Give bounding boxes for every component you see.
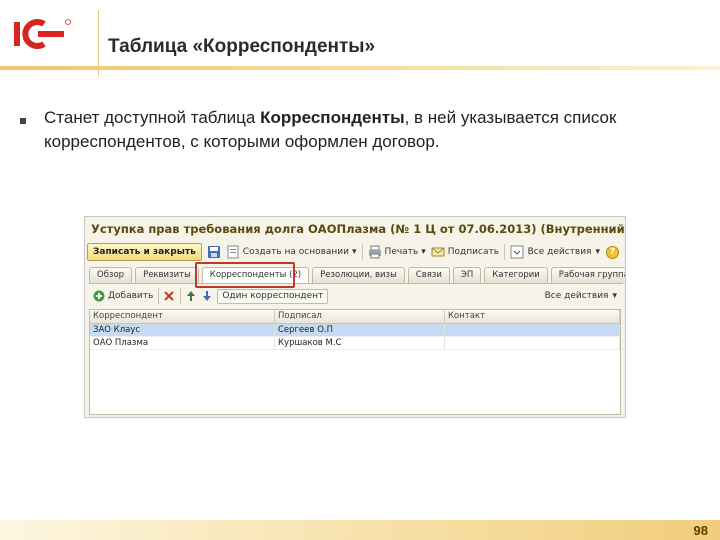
sign-button[interactable]: Подписать [448, 247, 499, 257]
column-header-contact[interactable]: Контакт [445, 310, 620, 323]
envelope-icon [431, 247, 445, 257]
tabs-baseline [89, 283, 623, 284]
bullet-marker [20, 118, 26, 124]
column-header-correspondent[interactable]: Корреспондент [90, 310, 275, 323]
document-icon[interactable] [226, 245, 240, 259]
cell-contact [445, 324, 620, 336]
table-row[interactable]: ЗАО Клаус Сергеев О.П [90, 324, 620, 337]
page-number: 98 [693, 523, 708, 538]
cell-signed-by: Куршаков М.С [275, 337, 445, 349]
chevron-down-icon: ▾ [612, 291, 617, 301]
chevron-down-icon: ▾ [595, 247, 600, 257]
bullet-text: Станет доступной таблица Корреспонденты,… [44, 106, 684, 154]
bullet-text-start: Станет доступной таблица [44, 108, 261, 127]
delete-icon[interactable] [163, 290, 175, 302]
cell-contact [445, 337, 620, 349]
save-icon[interactable] [207, 245, 221, 259]
one-correspondent-toggle[interactable]: Один корреспондент [217, 288, 329, 304]
toolbar-separator [158, 288, 160, 304]
tab-details[interactable]: Реквизиты [135, 267, 199, 283]
arrow-down-icon[interactable] [201, 290, 213, 302]
add-icon [93, 290, 105, 302]
slide-title: Таблица «Корреспонденты» [108, 36, 376, 57]
cell-correspondent: ОАО Плазма [90, 337, 275, 349]
dropdown-icon[interactable] [510, 245, 524, 259]
header-rule [0, 66, 720, 70]
print-menu[interactable]: Печать [385, 247, 419, 257]
chevron-down-icon: ▾ [352, 247, 357, 257]
save-close-button[interactable]: Записать и закрыть [87, 243, 202, 261]
tab-signatures[interactable]: ЭП [452, 267, 482, 283]
chevron-down-icon: ▾ [421, 247, 426, 257]
window-title: Уступка прав требования долга ОАОПлазма … [91, 222, 625, 236]
create-based-menu[interactable]: Создать на основании [243, 247, 349, 257]
footer-bar [0, 520, 720, 540]
form-tabs: Обзор Реквизиты Корреспонденты (2) Резол… [89, 266, 625, 284]
toolbar-separator [180, 288, 182, 304]
cell-signed-by: Сергеев О.П [275, 324, 445, 336]
arrow-up-icon[interactable] [185, 290, 197, 302]
bullet-text-bold: Корреспонденты [260, 108, 405, 127]
tab-highlight-frame [195, 262, 295, 288]
help-icon[interactable]: ? [606, 245, 619, 259]
1c-logo [14, 19, 71, 49]
cell-correspondent: ЗАО Клаус [90, 324, 275, 336]
tab-resolutions[interactable]: Резолюции, визы [312, 267, 405, 283]
tab-categories[interactable]: Категории [484, 267, 548, 283]
toolbar-separator [504, 244, 506, 260]
printer-icon [368, 245, 381, 259]
tab-overview[interactable]: Обзор [89, 267, 133, 283]
form-toolbar: Записать и закрыть Создать на основании … [85, 241, 625, 263]
add-button[interactable]: Добавить [108, 291, 153, 301]
tab-workgroup[interactable]: Рабочая группа [550, 267, 625, 283]
all-actions-menu[interactable]: Все действия [528, 247, 592, 257]
document-window: Уступка прав требования долга ОАОПлазма … [84, 216, 626, 418]
table-header: Корреспондент Подписал Контакт [90, 310, 620, 324]
column-header-signed-by[interactable]: Подписал [275, 310, 445, 323]
table-toolbar: Добавить Один корреспондент Все действия… [89, 287, 623, 305]
table-all-actions-menu[interactable]: Все действия [545, 291, 609, 301]
toolbar-separator [361, 244, 363, 260]
tab-links[interactable]: Связи [407, 267, 450, 283]
correspondents-table: Корреспондент Подписал Контакт ЗАО Клаус… [89, 309, 621, 415]
table-row[interactable]: ОАО Плазма Куршаков М.С [90, 337, 620, 350]
